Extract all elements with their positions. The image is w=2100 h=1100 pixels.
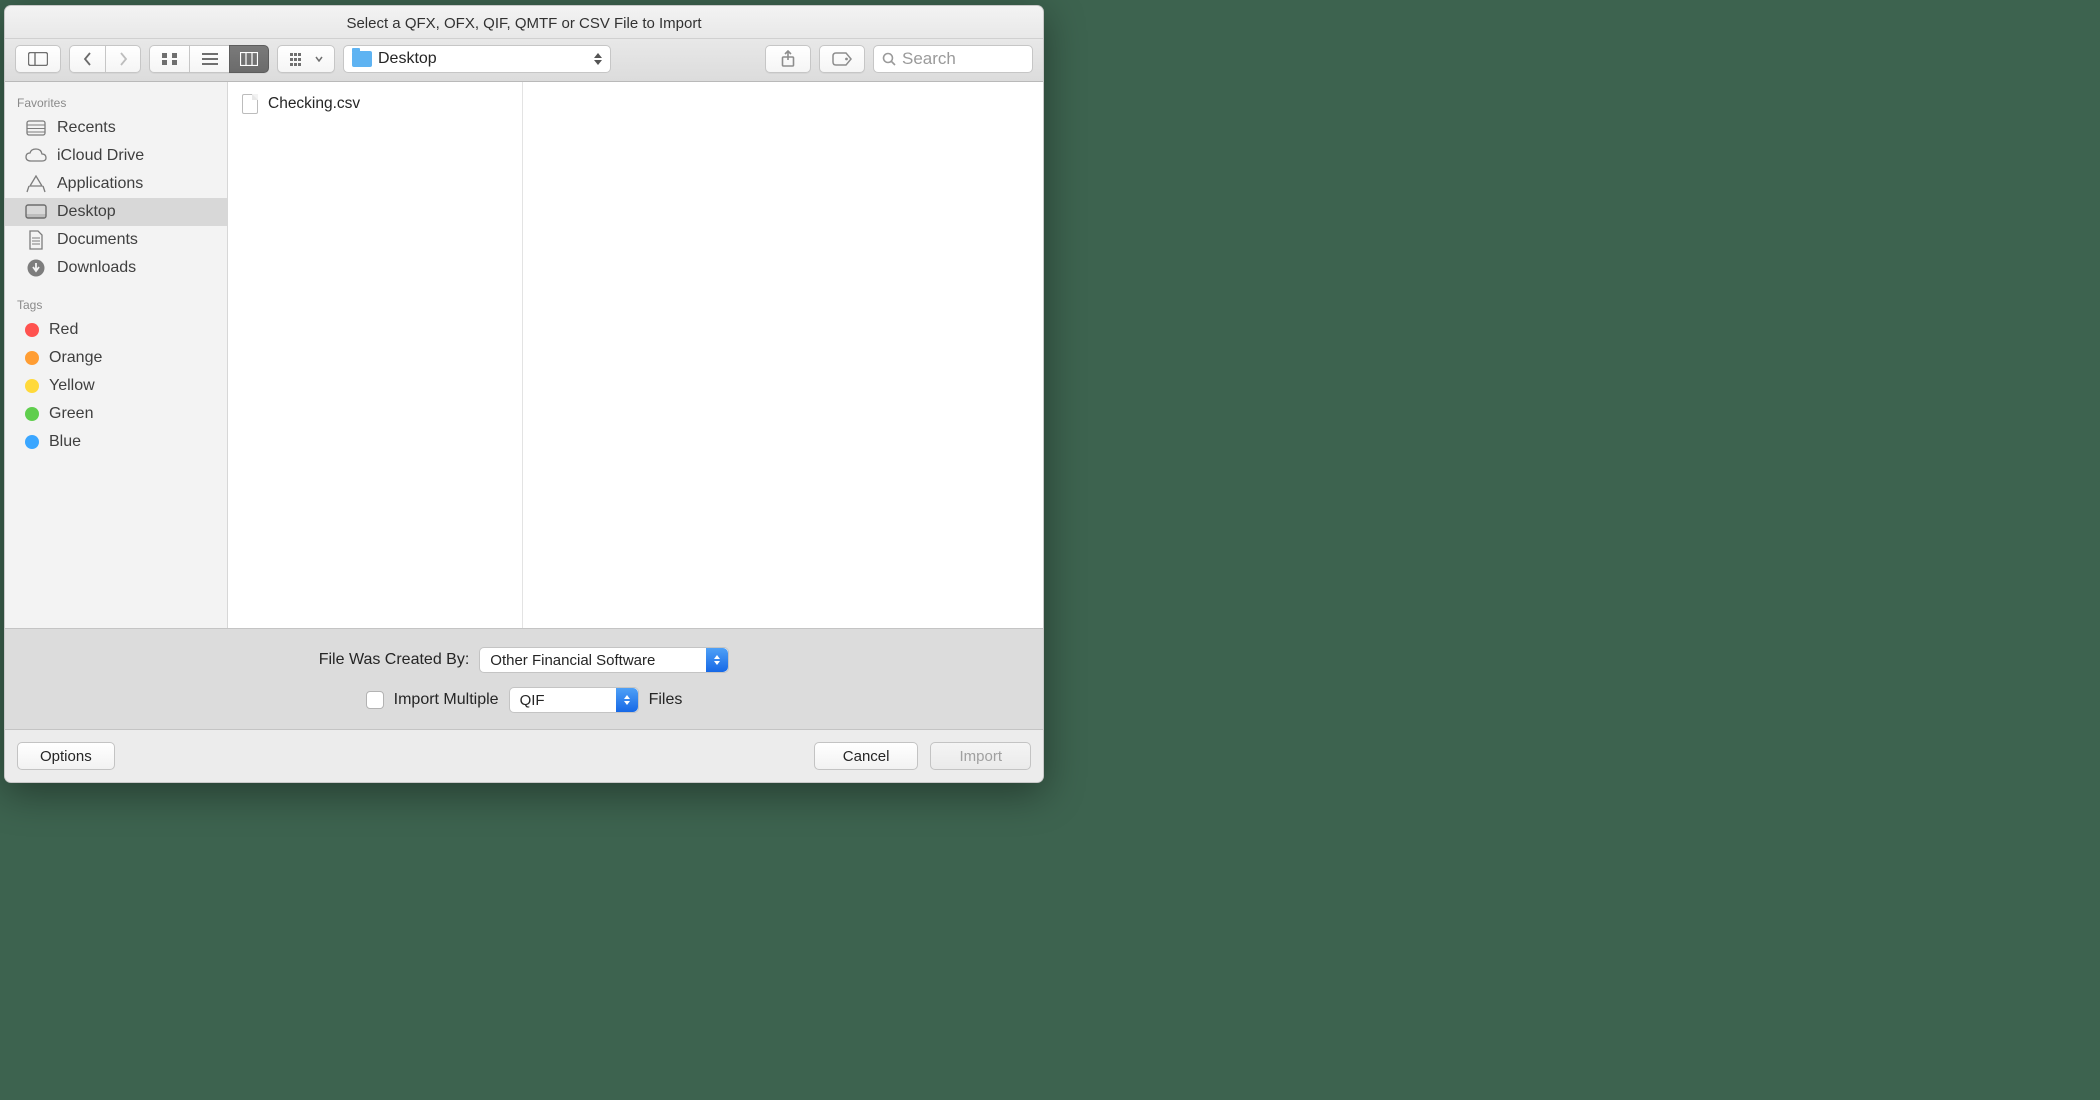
tag-dot-icon <box>25 435 39 449</box>
tag-icon <box>832 52 852 66</box>
search-input[interactable]: Search <box>873 45 1033 73</box>
created-by-value: Other Financial Software <box>490 652 655 669</box>
sidebar-item-label: Applications <box>57 175 143 193</box>
options-strip: File Was Created By: Other Financial Sof… <box>5 629 1043 730</box>
tag-label: Blue <box>49 433 81 451</box>
sidebar-item-icloud[interactable]: iCloud Drive <box>5 142 227 170</box>
tag-dot-icon <box>25 323 39 337</box>
desktop-icon <box>25 203 47 221</box>
created-by-label: File Was Created By: <box>319 651 470 669</box>
sidebar: Favorites Recents iCloud Drive Applicati… <box>5 82 228 628</box>
view-mode-group <box>149 45 269 73</box>
dialog-footer: Options Cancel Import <box>5 730 1043 782</box>
grid-icon <box>161 52 179 66</box>
share-button[interactable] <box>765 45 811 73</box>
columns-icon <box>240 52 258 66</box>
documents-icon <box>25 231 47 249</box>
sidebar-item-desktop[interactable]: Desktop <box>5 198 227 226</box>
nav-group <box>69 45 141 73</box>
sidebar-item-applications[interactable]: Applications <box>5 170 227 198</box>
share-icon <box>781 50 795 68</box>
sidebar-icon <box>28 52 48 66</box>
sidebar-item-label: Downloads <box>57 259 136 277</box>
import-button-label: Import <box>959 748 1002 765</box>
tag-dot-icon <box>25 351 39 365</box>
search-placeholder: Search <box>902 49 956 69</box>
downloads-icon <box>25 259 47 277</box>
recents-icon <box>25 119 47 137</box>
cancel-button-label: Cancel <box>843 748 890 765</box>
sidebar-item-label: iCloud Drive <box>57 147 144 165</box>
select-stepper-icon <box>616 688 638 712</box>
import-multiple-checkbox[interactable] <box>366 691 384 709</box>
folder-icon <box>352 51 372 67</box>
sidebar-tag-red[interactable]: Red <box>5 316 227 344</box>
cloud-icon <box>25 147 47 165</box>
content-area: Favorites Recents iCloud Drive Applicati… <box>5 82 1043 629</box>
group-icon <box>289 52 311 66</box>
import-button[interactable]: Import <box>930 742 1031 770</box>
chevron-down-icon <box>315 56 323 62</box>
sidebar-item-label: Recents <box>57 119 116 137</box>
group-by-button[interactable] <box>277 45 335 73</box>
file-item[interactable]: Checking.csv <box>228 90 522 118</box>
sidebar-tag-orange[interactable]: Orange <box>5 344 227 372</box>
sidebar-item-documents[interactable]: Documents <box>5 226 227 254</box>
cancel-button[interactable]: Cancel <box>814 742 919 770</box>
open-file-dialog: Select a QFX, OFX, QIF, QMTF or CSV File… <box>4 5 1044 783</box>
file-name: Checking.csv <box>268 95 360 113</box>
location-popup[interactable]: Desktop <box>343 45 611 73</box>
options-button-label: Options <box>40 748 92 765</box>
select-stepper-icon <box>706 648 728 672</box>
tag-dot-icon <box>25 379 39 393</box>
list-icon <box>201 52 219 66</box>
file-column: Checking.csv <box>228 82 523 628</box>
tag-label: Yellow <box>49 377 95 395</box>
view-columns-button[interactable] <box>229 45 269 73</box>
document-icon <box>242 94 258 114</box>
chevron-right-icon <box>118 52 128 66</box>
sidebar-tag-blue[interactable]: Blue <box>5 428 227 456</box>
tag-label: Green <box>49 405 93 423</box>
sidebar-toggle-button[interactable] <box>15 45 61 73</box>
sidebar-tag-yellow[interactable]: Yellow <box>5 372 227 400</box>
forward-button[interactable] <box>105 45 141 73</box>
chevron-left-icon <box>83 52 93 66</box>
sidebar-item-downloads[interactable]: Downloads <box>5 254 227 282</box>
sidebar-item-recents[interactable]: Recents <box>5 114 227 142</box>
dialog-title: Select a QFX, OFX, QIF, QMTF or CSV File… <box>5 6 1043 39</box>
options-button[interactable]: Options <box>17 742 115 770</box>
location-stepper-icon <box>594 53 602 65</box>
sidebar-item-label: Documents <box>57 231 138 249</box>
search-icon <box>882 52 896 66</box>
multiple-format-value: QIF <box>520 692 545 709</box>
import-multiple-label: Import Multiple <box>394 691 499 709</box>
view-icons-button[interactable] <box>149 45 189 73</box>
tag-label: Orange <box>49 349 102 367</box>
preview-column <box>523 82 1043 628</box>
tags-button[interactable] <box>819 45 865 73</box>
back-button[interactable] <box>69 45 105 73</box>
location-folder-label: Desktop <box>378 50 437 68</box>
sidebar-tag-green[interactable]: Green <box>5 400 227 428</box>
view-list-button[interactable] <box>189 45 229 73</box>
toolbar: Desktop Search <box>5 39 1043 82</box>
applications-icon <box>25 175 47 193</box>
files-suffix-label: Files <box>649 691 683 709</box>
sidebar-item-label: Desktop <box>57 203 116 221</box>
favorites-header: Favorites <box>5 90 227 114</box>
created-by-select[interactable]: Other Financial Software <box>479 647 729 673</box>
tags-header: Tags <box>5 292 227 316</box>
multiple-format-select[interactable]: QIF <box>509 687 639 713</box>
tag-dot-icon <box>25 407 39 421</box>
tag-label: Red <box>49 321 78 339</box>
